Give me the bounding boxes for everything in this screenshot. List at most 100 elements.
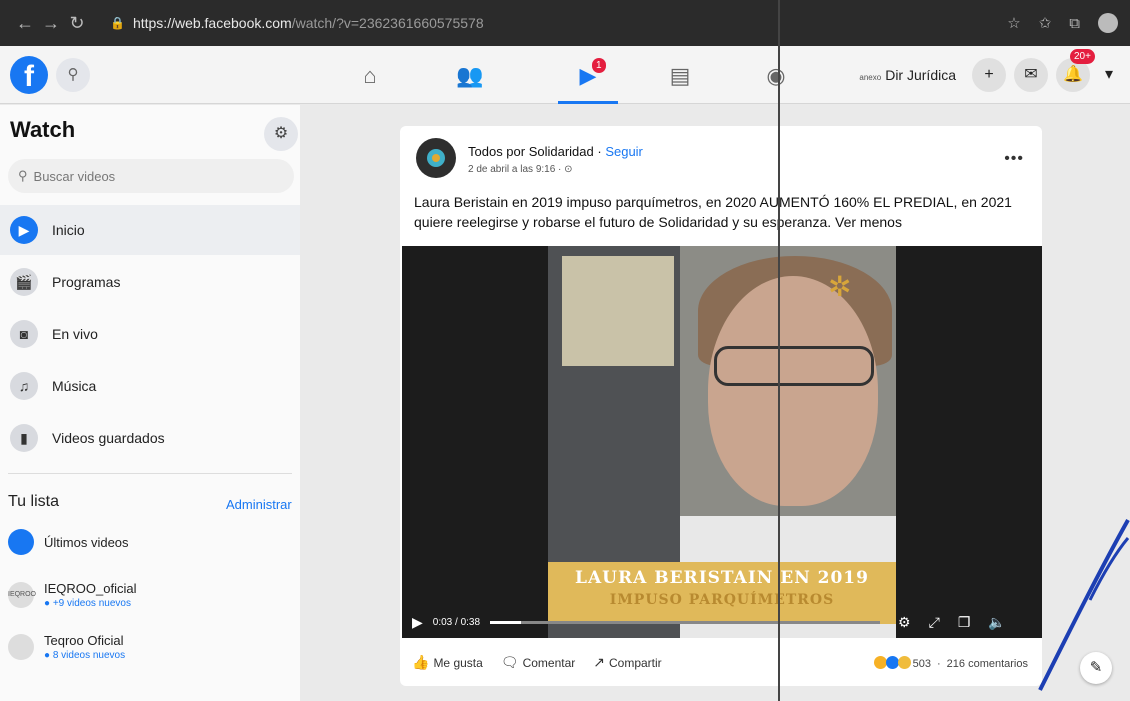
thumbs-up-icon: 👍 bbox=[412, 654, 430, 670]
reaction-icons[interactable] bbox=[873, 656, 911, 672]
list-item-ieqroo[interactable]: IEQROO IEQROO_oficial ● +9 videos nuevos bbox=[8, 581, 298, 609]
play-icon[interactable]: ▶ bbox=[412, 614, 423, 631]
volume-icon[interactable]: 🔈 bbox=[988, 614, 1005, 631]
video-post: Todos por Solidaridad · Seguir 2 de abri… bbox=[400, 126, 1042, 686]
sidebar-item-label: Música bbox=[52, 378, 97, 394]
live-camera-icon: ◙ bbox=[10, 320, 38, 348]
watch-tab-icon[interactable]: ▶ 1 bbox=[558, 54, 618, 104]
bookmark-icon: ▮ bbox=[10, 424, 38, 452]
facebook-header: f ⚲ ⌂ 👥 ▶ 1 ▤ ◉ anexo Dir Jurídica + ✉ 🔔 20… bbox=[0, 46, 1130, 104]
separator: · bbox=[593, 144, 606, 159]
sidebar-item-inicio[interactable]: ▶ Inicio bbox=[0, 205, 300, 255]
video-person-glasses bbox=[714, 346, 874, 386]
sidebar-item-label: Programas bbox=[52, 274, 121, 290]
notifications-bell-icon[interactable]: 🔔 20+ bbox=[1056, 49, 1095, 92]
search-icon: ⚲ bbox=[18, 168, 28, 183]
facebook-logo-icon[interactable]: f bbox=[10, 56, 48, 94]
video-time: 0:03 / 0:38 bbox=[432, 616, 481, 628]
collections-icon[interactable]: ⧉ bbox=[1069, 15, 1080, 32]
like-label: Me gusta bbox=[433, 656, 483, 670]
list-item-teqroo[interactable]: Teqroo Oficial ● 8 videos nuevos bbox=[8, 633, 298, 661]
administrar-link[interactable]: Administrar bbox=[226, 497, 292, 512]
account-chevron-down-icon[interactable]: ▾ bbox=[1098, 58, 1120, 92]
new-message-icon[interactable]: ✎ bbox=[1080, 652, 1112, 684]
sidebar-item-label: En vivo bbox=[52, 326, 98, 342]
sidebar-divider bbox=[8, 473, 292, 474]
notifications-badge: 20+ bbox=[1070, 49, 1095, 64]
post-timestamp[interactable]: 2 de abril a las 9:16 · ⊙ bbox=[468, 164, 573, 175]
sidebar-item-label: Inicio bbox=[52, 222, 85, 238]
video-caption-line1: LAURA BERISTAIN EN 2019 bbox=[575, 568, 869, 588]
search-videos-input[interactable]: ⚲ Buscar videos bbox=[8, 159, 294, 193]
tu-lista-heading: Tu lista bbox=[8, 493, 59, 510]
lock-icon: 🔒 bbox=[110, 16, 125, 30]
post-text: Laura Beristain en 2019 impuso parquímet… bbox=[414, 194, 1012, 230]
play-icon bbox=[8, 529, 34, 555]
play-icon: ▶ bbox=[10, 216, 38, 244]
browser-toolbar: ← → ↻ 🔒 https://web.facebook.com/watch/?… bbox=[0, 0, 1130, 46]
author-name[interactable]: Todos por Solidaridad bbox=[468, 144, 594, 159]
sidebar-item-programas[interactable]: 🎬 Programas bbox=[0, 257, 300, 307]
video-player[interactable]: ✲ LAURA BERISTAIN EN 2019 IMPUSO PARQUÍM… bbox=[402, 246, 1042, 638]
list-item-new-videos: ● +9 videos nuevos bbox=[44, 598, 131, 609]
sidebar-item-videos-guardados[interactable]: ▮ Videos guardados bbox=[0, 413, 300, 463]
post-actions: 👍 Me gusta 🗨 Comentar ↗ Compartir bbox=[412, 654, 662, 671]
reactions-count[interactable]: 503 bbox=[913, 658, 931, 670]
home-tab-icon[interactable]: ⌂ bbox=[340, 54, 400, 98]
friends-tab-icon[interactable]: 👥 bbox=[440, 54, 500, 98]
list-item-ultimos-videos[interactable]: Últimos videos bbox=[8, 529, 298, 555]
profile-avatar[interactable] bbox=[1098, 13, 1118, 33]
video-controls: ▶ 0:03 / 0:38 ⚙ ⤢ ❐ 🔈 bbox=[402, 606, 1042, 638]
groups-tab-icon[interactable]: ◉ bbox=[746, 54, 806, 98]
comment-icon: 🗨 bbox=[500, 654, 519, 670]
comment-button[interactable]: 🗨 Comentar bbox=[501, 654, 575, 671]
list-item-name: Últimos videos bbox=[44, 534, 129, 550]
watch-badge: 1 bbox=[592, 58, 606, 73]
haha-reaction-icon bbox=[873, 656, 887, 669]
comments-count[interactable]: 216 comentarios bbox=[947, 658, 1028, 670]
marketplace-tab-icon[interactable]: ▤ bbox=[650, 54, 710, 98]
fullscreen-icon[interactable]: ⤢ bbox=[929, 614, 940, 631]
list-item-name: IEQROO_oficial bbox=[44, 581, 137, 596]
create-plus-icon[interactable]: + bbox=[972, 58, 1006, 92]
like-button[interactable]: 👍 Me gusta bbox=[412, 654, 483, 671]
page-name: Dir Jurídica bbox=[885, 67, 956, 83]
teqroo-logo bbox=[8, 634, 34, 660]
more-options-icon[interactable]: ••• bbox=[1004, 150, 1024, 168]
page-switcher[interactable]: anexo Dir Jurídica bbox=[859, 67, 956, 83]
share-button[interactable]: ↗ Compartir bbox=[593, 654, 661, 671]
follow-link[interactable]: Seguir bbox=[605, 144, 643, 159]
url-host: https://web.facebook.com bbox=[132, 15, 292, 31]
forward-arrow-icon[interactable]: → bbox=[38, 13, 64, 34]
search-videos-placeholder: Buscar videos bbox=[33, 168, 116, 184]
share-icon: ↗ bbox=[593, 654, 605, 670]
scan-line bbox=[778, 0, 780, 701]
url-path: /watch/?v=2362361660575578 bbox=[291, 15, 484, 31]
stats-separator: · bbox=[937, 658, 941, 670]
watch-title: Watch bbox=[10, 117, 76, 142]
post-author-line: Todos por Solidaridad · Seguir bbox=[468, 144, 643, 159]
address-bar[interactable]: 🔒 https://web.facebook.com/watch/?v=2362… bbox=[110, 15, 484, 31]
ieqroo-logo: IEQROO bbox=[8, 582, 36, 608]
reload-icon[interactable]: ↻ bbox=[64, 13, 90, 34]
miniplayer-icon[interactable]: ❐ bbox=[958, 614, 971, 631]
sidebar-item-en-vivo[interactable]: ◙ En vivo bbox=[0, 309, 300, 359]
list-item-new-videos: ● 8 videos nuevos bbox=[44, 650, 126, 661]
favorites-icon[interactable]: ✩ bbox=[1039, 14, 1052, 32]
share-label: Compartir bbox=[609, 656, 662, 670]
gear-icon[interactable]: ⚙ bbox=[264, 117, 298, 151]
video-logo-icon: ✲ bbox=[828, 271, 852, 302]
sidebar-item-musica[interactable]: ♫ Música bbox=[0, 361, 300, 411]
messenger-icon[interactable]: ✉ bbox=[1014, 58, 1048, 92]
sidebar-item-label: Videos guardados bbox=[52, 430, 165, 446]
back-arrow-icon[interactable]: ← bbox=[12, 13, 38, 34]
video-progress-bar[interactable] bbox=[490, 620, 881, 624]
music-note-icon: ♫ bbox=[10, 372, 38, 400]
settings-gear-icon[interactable]: ⚙ bbox=[898, 614, 911, 631]
video-background-board bbox=[562, 256, 674, 366]
author-avatar[interactable] bbox=[416, 138, 456, 178]
watch-sidebar: Watch ⚙ ⚲ Buscar videos ▶ Inicio 🎬 Progr… bbox=[0, 105, 300, 701]
star-icon[interactable]: ☆ bbox=[1007, 14, 1020, 32]
search-icon[interactable]: ⚲ bbox=[56, 58, 90, 92]
post-stats: 503 · 216 comentarios bbox=[873, 656, 1028, 672]
